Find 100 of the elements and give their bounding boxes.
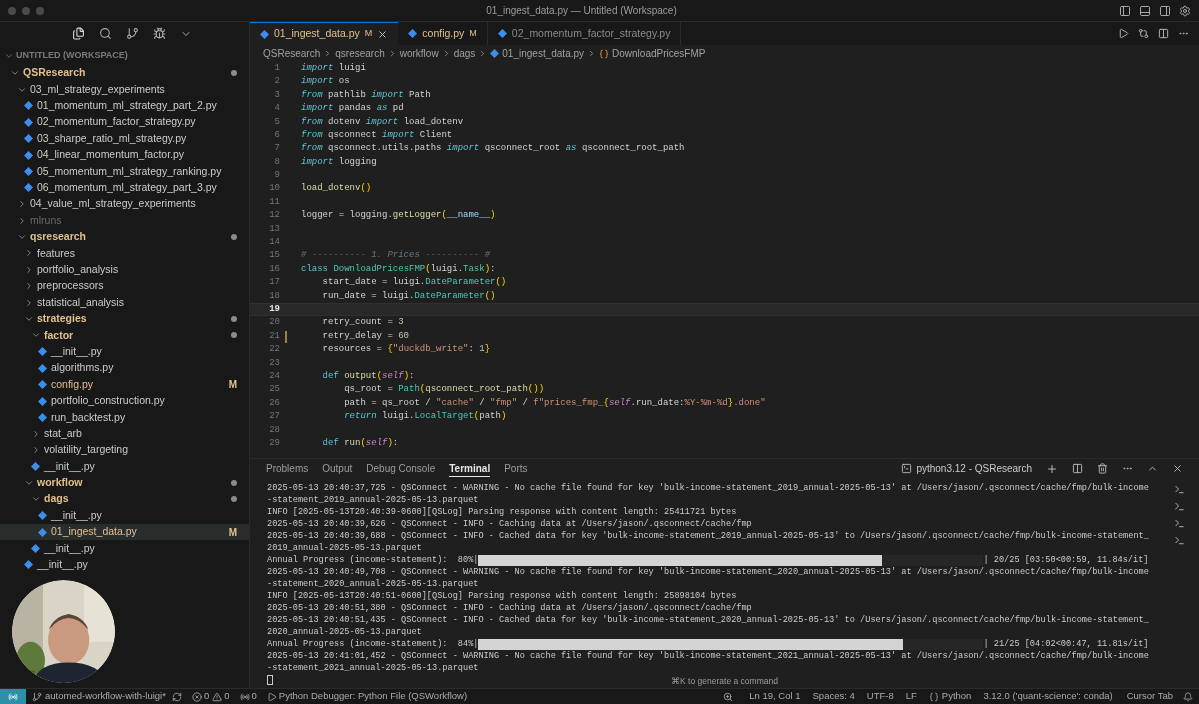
terminal-icon[interactable] xyxy=(1173,501,1185,512)
terminal-cursor xyxy=(267,675,273,685)
ports-count[interactable]: 0 xyxy=(251,689,257,704)
workspace-header[interactable]: UNTITLED (WORKSPACE) xyxy=(16,49,128,63)
settings-icon[interactable] xyxy=(1179,4,1191,17)
tree-item[interactable]: 01_ingest_data.py M xyxy=(0,523,249,541)
breadcrumb-item[interactable]: DownloadPricesFMP xyxy=(612,46,706,61)
source-control-icon[interactable] xyxy=(126,27,139,40)
tree-item[interactable]: workflow xyxy=(0,474,249,492)
editor-tab[interactable]: 02_momentum_factor_strategy.py xyxy=(487,22,682,45)
sidebar-toggle-icon[interactable] xyxy=(1119,4,1131,17)
tree-item[interactable]: algorithms.py xyxy=(0,360,249,377)
tree-item[interactable]: volatility_targeting xyxy=(0,442,249,459)
search-icon[interactable] xyxy=(99,27,112,40)
chevron-icon xyxy=(31,428,41,439)
debug-config[interactable]: Python Debugger: Python File (QSWorkflow) xyxy=(278,689,468,704)
add-icon[interactable] xyxy=(1046,462,1058,475)
panel-tab[interactable]: Output xyxy=(322,461,353,476)
breadcrumb-item[interactable]: dags xyxy=(453,46,476,61)
breadcrumb-item[interactable]: 01_ingest_data.py xyxy=(502,46,585,61)
line-number: 2 xyxy=(273,75,280,89)
language-mode[interactable]: Python xyxy=(941,689,972,704)
breadcrumb-item[interactable]: qsresearch xyxy=(335,46,385,61)
tree-item[interactable]: 03_sharpe_ratio_ml_strategy.py xyxy=(0,130,249,147)
line-number: 12 xyxy=(268,209,280,223)
run-icon[interactable] xyxy=(1118,28,1129,39)
line-number: 23 xyxy=(268,356,280,370)
run-debug-icon[interactable] xyxy=(153,27,166,40)
tree-item[interactable]: stat_arb xyxy=(0,425,249,442)
code-line: import os xyxy=(301,75,350,89)
panel-tab[interactable]: Terminal xyxy=(449,460,491,477)
tree-item[interactable]: 04_value_ml_strategy_experiments xyxy=(0,196,249,213)
tree-item[interactable]: features xyxy=(0,245,249,262)
python-file-icon xyxy=(31,462,40,472)
tree-item[interactable]: __init__.py xyxy=(0,458,249,475)
zoom-icon[interactable] xyxy=(723,691,734,702)
tree-item[interactable]: QSResearch xyxy=(0,65,249,82)
modified-label: M xyxy=(228,378,237,393)
terminal-line: 2025-05-13 20:41:01,452 - QSConnect - WARNING - No cache file found for key 'bulk-income-statement_2021_annual-2025-05-13' at /Users/jason/.qsconnect/cache/fmp/bulk-income xyxy=(267,650,1150,662)
terminal-icon[interactable] xyxy=(1173,535,1185,546)
terminal-icon[interactable] xyxy=(1173,518,1185,529)
close-icon[interactable] xyxy=(1172,463,1183,474)
secondary-sidebar-icon[interactable] xyxy=(1159,4,1171,17)
editor-tab[interactable]: 01_ingest_data.py M xyxy=(250,22,399,45)
sync-icon[interactable] xyxy=(171,691,182,702)
close-icon[interactable] xyxy=(377,28,389,40)
cursor-tab[interactable]: Cursor Tab xyxy=(1126,689,1173,704)
split-editor-icon[interactable] xyxy=(1158,28,1169,39)
line-number: 22 xyxy=(268,343,280,357)
tree-item[interactable]: __init__.py xyxy=(0,540,249,557)
editor-tab[interactable]: config.py M xyxy=(398,22,488,45)
tree-item[interactable]: 06_momentum_ml_strategy_part_3.py xyxy=(0,179,249,197)
code-line: logger = logging.getLogger(__name__) xyxy=(301,209,496,223)
compare-icon[interactable] xyxy=(1138,28,1149,39)
tree-item[interactable]: 03_ml_strategy_experiments xyxy=(0,81,249,98)
tree-item[interactable]: 04_linear_momentum_factor.py xyxy=(0,146,249,164)
status-item[interactable]: Ln 19, Col 1 xyxy=(749,689,801,704)
tree-item[interactable]: dags xyxy=(0,491,249,508)
chevron-icon xyxy=(24,297,34,308)
breadcrumb-item[interactable]: workflow xyxy=(399,46,439,61)
tree-item[interactable]: __init__.py xyxy=(0,507,249,524)
panel-tab[interactable]: Problems xyxy=(266,461,309,476)
terminal-name[interactable]: python3.12 - QSResearch xyxy=(916,461,1032,476)
tree-item[interactable]: run_backtest.py xyxy=(0,409,249,426)
tree-item[interactable]: __init__.py xyxy=(0,343,249,361)
tree-item[interactable]: __init__.py xyxy=(0,556,249,574)
warning-count[interactable]: 0 xyxy=(224,689,230,704)
tree-item[interactable]: config.py M xyxy=(0,376,249,393)
tree-item[interactable]: qsresearch xyxy=(0,228,249,246)
status-item[interactable]: Spaces: 4 xyxy=(812,689,855,704)
tree-item[interactable]: portfolio_analysis xyxy=(0,261,249,279)
tree-item[interactable]: statistical_analysis xyxy=(0,294,249,311)
tree-item[interactable]: 01_momentum_ml_strategy_part_2.py xyxy=(0,97,249,115)
tree-item[interactable]: strategies xyxy=(0,310,249,328)
tree-item[interactable]: factor xyxy=(0,327,249,344)
status-item[interactable]: LF xyxy=(905,689,917,704)
progress-reading: | 21/25 [04:02<00:47, 11.81s/it] xyxy=(983,637,1149,651)
explorer-icon[interactable] xyxy=(72,27,85,40)
status-item[interactable]: UTF-8 xyxy=(866,689,894,704)
notification-icon[interactable] xyxy=(1183,691,1193,702)
tree-item[interactable]: preprocessors xyxy=(0,278,249,295)
tree-item[interactable]: portfolio_construction.py xyxy=(0,392,249,410)
panel-tab[interactable]: Ports xyxy=(504,461,528,476)
terminal-line: -statement_2019_annual-2025-05-13.parquet xyxy=(267,494,480,506)
line-number: 29 xyxy=(268,436,280,450)
trash-icon[interactable] xyxy=(1097,463,1108,474)
panel-tab[interactable]: Debug Console xyxy=(366,461,436,476)
terminal-icon[interactable] xyxy=(1173,484,1185,495)
breadcrumb-item[interactable]: QSResearch xyxy=(263,46,321,61)
error-count[interactable]: 0 xyxy=(203,689,210,704)
warning-icon xyxy=(212,691,223,702)
tree-item[interactable]: 02_momentum_factor_strategy.py xyxy=(0,114,249,131)
tree-item[interactable]: 05_momentum_ml_strategy_ranking.py xyxy=(0,163,249,180)
interpreter[interactable]: 3.12.0 ('quant-science': conda) xyxy=(983,689,1113,704)
line-number: 19 xyxy=(268,303,280,316)
chevron-icon xyxy=(17,215,27,226)
branch-name[interactable]: automed-workflow-with-luigi* xyxy=(45,689,166,704)
panel-toggle-icon[interactable] xyxy=(1139,4,1151,17)
line-number: 6 xyxy=(273,128,280,142)
split-terminal-icon[interactable] xyxy=(1072,463,1083,474)
